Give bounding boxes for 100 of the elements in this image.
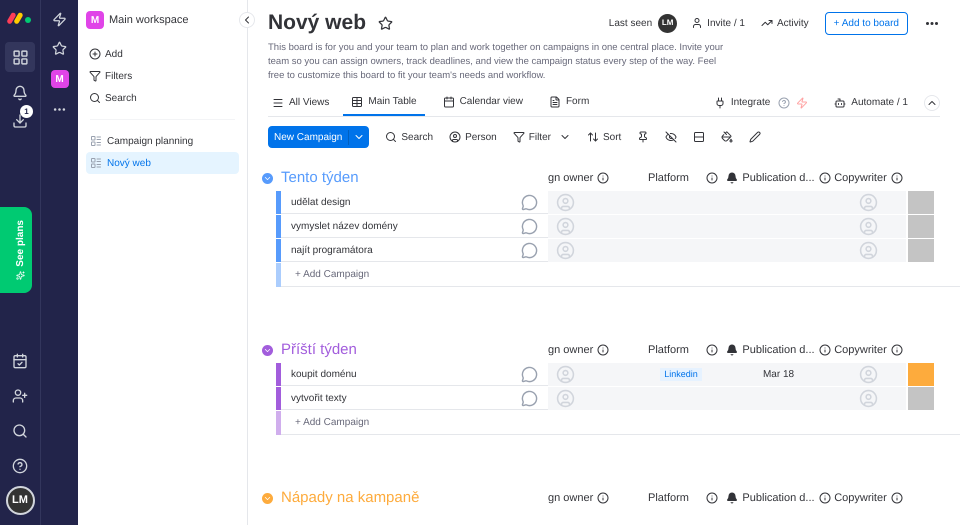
status-cell[interactable] — [908, 387, 934, 410]
add-item-link[interactable]: + Add Campaign — [295, 267, 370, 282]
collapse-icon[interactable] — [262, 492, 273, 504]
sidebar-action[interactable]: Filters — [86, 65, 239, 87]
inbox-icon — [12, 113, 28, 129]
logo-icon[interactable] — [7, 10, 33, 24]
collapse-header-button[interactable] — [924, 94, 940, 110]
person-icon — [556, 217, 575, 236]
board-item[interactable]: Nový web — [86, 152, 239, 174]
sidebar-action[interactable]: Add — [86, 43, 239, 65]
item-name[interactable]: vymyslet název domény — [291, 218, 398, 234]
person-icon — [691, 17, 704, 29]
toolbar-button[interactable]: Search — [385, 130, 434, 144]
column-header: gn owner — [548, 342, 594, 358]
filter-icon — [89, 70, 101, 82]
search-icon — [385, 131, 398, 143]
trend-icon — [760, 17, 773, 29]
comment-icon — [521, 366, 538, 382]
workspaces-button[interactable] — [5, 42, 35, 72]
sparkle-icon — [16, 270, 24, 280]
calendar-icon — [442, 96, 455, 108]
new-item-button[interactable]: New Campaign — [268, 126, 370, 148]
notification-badge: 1 — [20, 105, 33, 118]
toolbar-button[interactable]: Person — [449, 130, 497, 144]
view-tab[interactable]: Main Table — [343, 89, 425, 116]
add-to-board-button[interactable]: + Add to board — [824, 12, 908, 34]
comment-icon — [521, 390, 538, 406]
board-icon — [90, 135, 102, 147]
column-header: Platform — [648, 170, 689, 186]
status-cell[interactable] — [908, 215, 934, 238]
status-cell[interactable] — [908, 239, 934, 262]
info-icon — [890, 344, 903, 356]
info-icon — [818, 492, 831, 504]
form-icon — [548, 96, 561, 108]
view-tab[interactable]: Form — [540, 89, 598, 116]
column-header: Platform — [648, 342, 689, 358]
plug-icon — [714, 96, 726, 108]
help-icon — [12, 458, 28, 474]
info-icon — [706, 492, 718, 504]
add-item-link[interactable]: + Add Campaign — [295, 415, 370, 430]
info-icon — [597, 344, 610, 356]
pen-icon — [749, 131, 762, 143]
date-cell-background[interactable]: Mar 18 — [726, 363, 831, 386]
comment-icon — [521, 218, 538, 234]
bell-icon — [726, 172, 738, 184]
star-icon — [378, 16, 394, 30]
status-cell[interactable] — [908, 363, 934, 386]
activity-button[interactable]: Activity — [760, 16, 809, 30]
automate-button[interactable]: Automate / 1 — [834, 95, 908, 110]
board-item[interactable]: Campaign planning — [86, 130, 239, 152]
filter-icon — [512, 131, 525, 143]
integrate-button[interactable]: Integrate — [714, 95, 770, 110]
person-icon — [556, 241, 575, 260]
item-name[interactable]: udělat design — [291, 194, 350, 210]
collapse-icon[interactable] — [262, 172, 273, 184]
column-header: gn owner — [548, 170, 594, 186]
column-header: gn owner — [548, 490, 594, 506]
invite-button[interactable]: Invite / 1 — [691, 16, 745, 30]
invite-icon — [12, 388, 28, 404]
info-icon — [706, 344, 718, 356]
collapse-button[interactable] — [239, 12, 255, 28]
info-icon — [597, 492, 610, 504]
date-cell-text: Mar 18 — [762, 368, 794, 382]
user-avatar[interactable]: LM — [6, 486, 34, 515]
person-icon — [859, 365, 878, 384]
group-title[interactable]: Příští týden — [281, 338, 357, 362]
info-icon — [890, 492, 903, 504]
search-icon — [12, 423, 28, 439]
sidebar-action[interactable]: Search — [86, 87, 239, 109]
toolbar-button[interactable]: Filter — [512, 130, 571, 144]
person-icon — [859, 389, 878, 408]
all-views-button[interactable]: All Views — [268, 89, 334, 116]
person-icon — [556, 389, 575, 408]
hide-icon — [665, 131, 678, 143]
more-icon[interactable] — [926, 22, 938, 24]
sort-icon — [586, 131, 599, 143]
info-icon — [818, 172, 831, 184]
bell-icon — [12, 85, 28, 101]
item-name[interactable]: vytvořit texty — [291, 390, 347, 406]
status-cell[interactable] — [908, 191, 934, 214]
platform-cell[interactable]: Linkedin — [636, 363, 726, 386]
item-name[interactable]: koupit doménu — [291, 366, 357, 382]
bell-icon — [726, 492, 738, 504]
paint-bucket-icon — [721, 131, 734, 143]
workspace-name[interactable]: Main workspace — [109, 12, 188, 28]
info-icon — [597, 172, 610, 184]
user-avatar[interactable]: LM — [658, 14, 678, 32]
bell-icon — [726, 344, 738, 356]
plus-icon — [89, 48, 101, 60]
toolbar-button[interactable]: Sort — [586, 130, 622, 144]
collapse-icon[interactable] — [262, 344, 273, 356]
view-tab[interactable]: Calendar view — [434, 89, 531, 116]
search-icon — [89, 92, 101, 104]
board-title[interactable]: Nový web — [268, 7, 366, 39]
item-name[interactable]: najít programátora — [291, 242, 373, 258]
person-icon — [449, 131, 462, 143]
column-header: Publication d... — [742, 490, 815, 506]
info-icon — [818, 344, 831, 356]
person-icon — [859, 217, 878, 236]
board-description: This board is for you and your team to plan and work together on campaigns in one central place. Invite your team so you can assign owners, track deadlines, and view the campaign status every step of the way. Feel free to customize this board to fit your team's needs and workflow. — [268, 41, 724, 83]
